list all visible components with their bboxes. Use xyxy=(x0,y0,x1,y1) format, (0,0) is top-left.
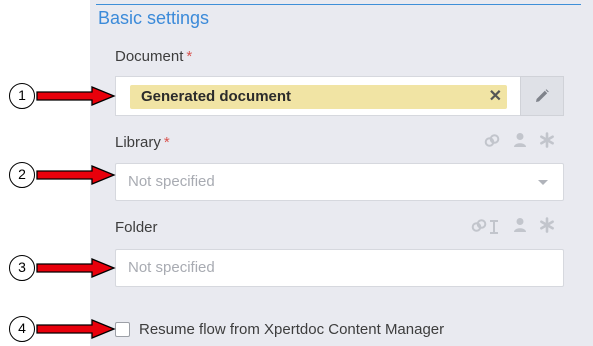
library-label-text: Library xyxy=(115,134,161,151)
folder-label: Folder xyxy=(115,219,158,237)
library-placeholder: Not specified xyxy=(128,173,215,190)
arrow-1 xyxy=(36,86,116,106)
folder-label-text: Folder xyxy=(115,219,158,236)
resume-flow-label[interactable]: Resume flow from Xpertdoc Content Manage… xyxy=(139,321,444,339)
folder-input[interactable]: Not specified xyxy=(115,249,564,287)
library-select[interactable]: Not specified xyxy=(115,163,564,201)
text-cursor-icon[interactable] xyxy=(489,220,499,234)
document-field[interactable]: Generated document ✕ xyxy=(115,76,520,116)
arrow-3 xyxy=(36,258,116,278)
section-title: Basic settings xyxy=(98,8,210,28)
link-icon[interactable] xyxy=(471,218,487,234)
arrow-4 xyxy=(36,319,116,339)
edit-document-button[interactable] xyxy=(520,76,564,116)
library-label: Library * xyxy=(115,134,170,152)
pencil-icon xyxy=(536,89,549,102)
callout-4: 4 xyxy=(9,316,35,342)
section-divider xyxy=(96,4,581,5)
document-label: Document * xyxy=(115,48,192,66)
required-mark: * xyxy=(186,48,193,65)
user-icon[interactable] xyxy=(513,132,527,148)
document-chip: Generated document ✕ xyxy=(130,85,507,109)
asterisk-icon[interactable] xyxy=(539,217,555,233)
remove-icon[interactable]: ✕ xyxy=(489,87,502,107)
callout-3: 3 xyxy=(9,255,35,281)
document-chip-label: Generated document xyxy=(141,88,292,105)
document-label-text: Document xyxy=(115,48,184,65)
arrow-2 xyxy=(36,165,116,185)
user-icon[interactable] xyxy=(513,217,527,233)
caret-down-icon xyxy=(538,180,548,185)
asterisk-icon[interactable] xyxy=(539,132,555,148)
folder-placeholder: Not specified xyxy=(128,259,215,276)
callout-1: 1 xyxy=(9,83,35,109)
callout-2: 2 xyxy=(9,162,35,188)
link-icon[interactable] xyxy=(484,133,500,149)
resume-flow-checkbox[interactable] xyxy=(115,322,130,337)
required-mark: * xyxy=(163,134,170,151)
